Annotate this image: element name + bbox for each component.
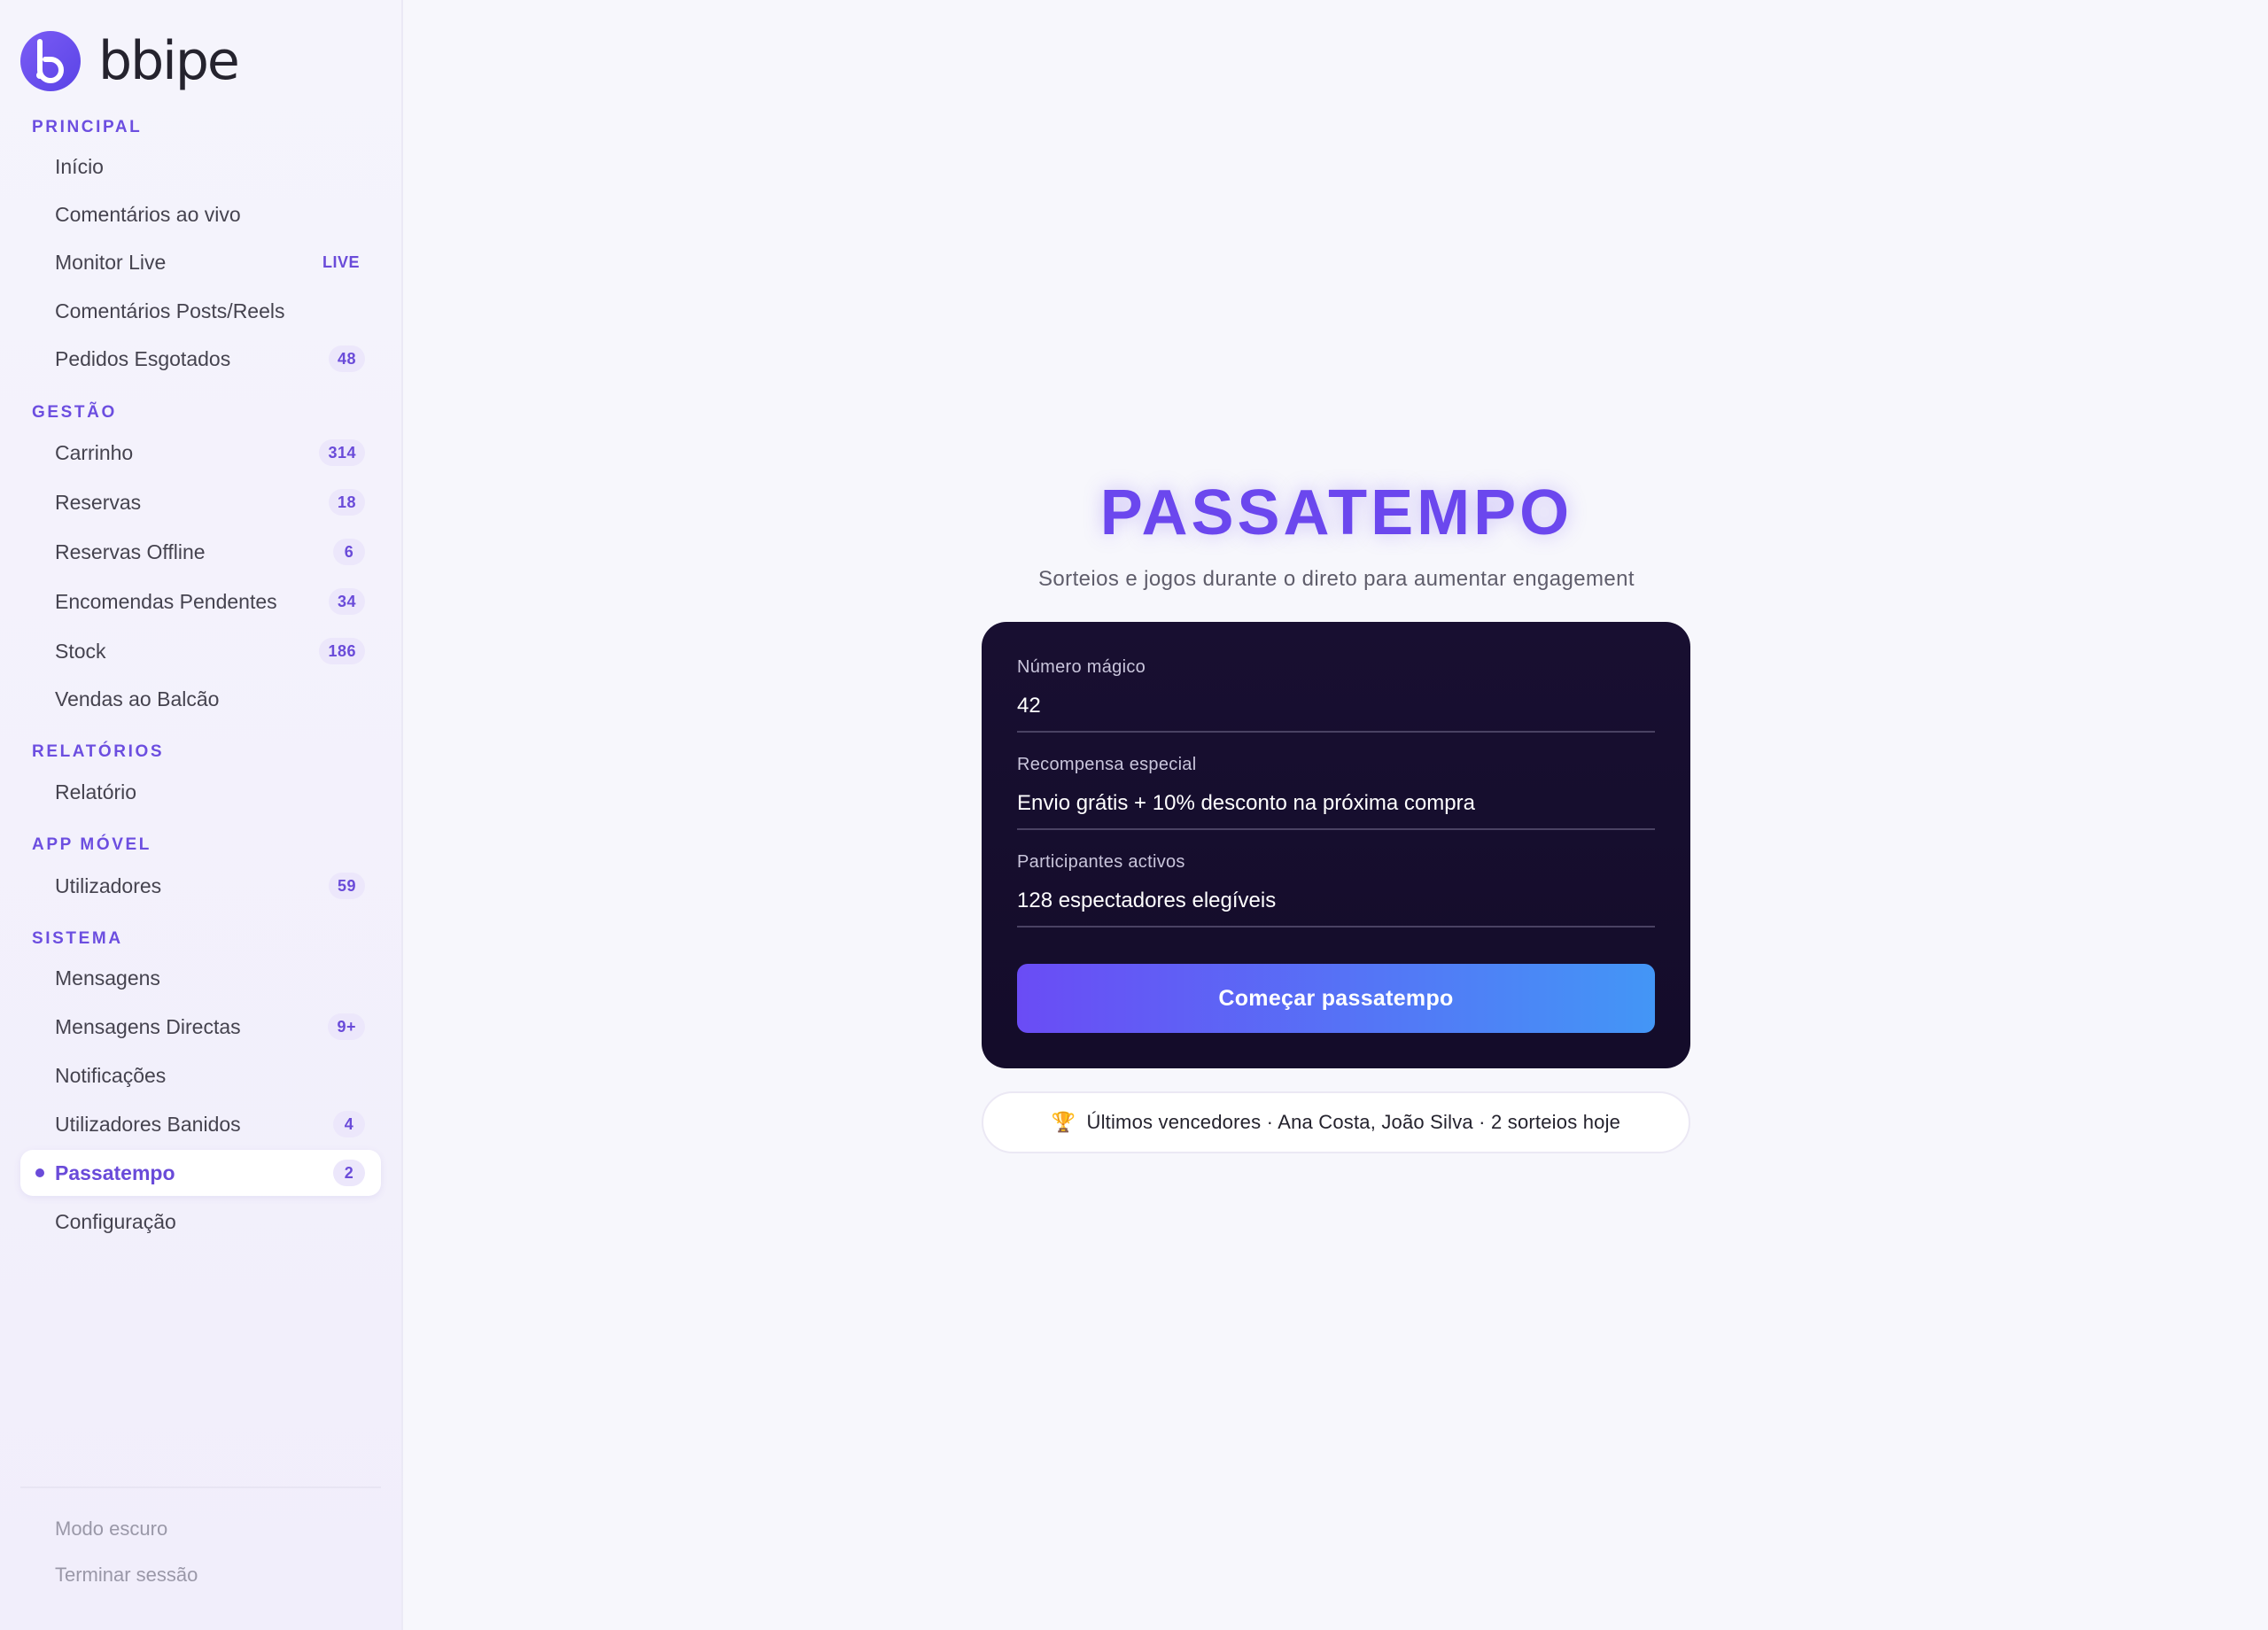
sidebar-item-label: Pedidos Esgotados [55,346,231,370]
page-subtitle: Sorteios e jogos durante o direto para a… [1038,567,1635,591]
sidebar-item-mensagens-directas[interactable]: Mensagens Directas 9+ [20,1004,381,1050]
recent-winners-banner: 🏆 Últimos vencedores · Ana Costa, João S… [982,1091,1690,1153]
sidebar-item-reservas-offline[interactable]: Reservas Offline 6 [20,529,381,575]
sidebar: bbipe PRINCIPAL Início Comentários ao vi… [0,0,403,1630]
sidebar-item-pedidos-esgotados[interactable]: Pedidos Esgotados 48 [20,336,381,382]
sidebar-item-comentarios-ao-vivo[interactable]: Comentários ao vivo [20,191,381,237]
count-badge: 48 [328,345,365,372]
reward-field[interactable]: Recompensa especial Envio grátis + 10% d… [1017,755,1655,830]
section-label-gestao: GESTÃO [32,403,117,422]
sidebar-item-label: Início [55,154,104,178]
sidebar-item-utilizadores[interactable]: Utilizadores 59 [20,863,381,909]
sidebar-item-vendas-ao-balcao[interactable]: Vendas ao Balcão [20,676,381,722]
count-badge: 6 [333,539,365,565]
logout-button[interactable]: Terminar sessão [55,1564,198,1587]
sidebar-item-label: Passatempo [55,1160,175,1184]
sidebar-item-relatorio[interactable]: Relatório [20,769,381,815]
sidebar-divider [20,1486,381,1488]
magic-number-field[interactable]: Número mágico 42 [1017,657,1655,733]
brand-name: bbipe [98,30,240,92]
sidebar-item-configuracao[interactable]: Configuração [20,1199,381,1245]
sidebar-item-reservas[interactable]: Reservas 18 [20,479,381,525]
recent-winners-text: Últimos vencedores · Ana Costa, João Sil… [1086,1111,1621,1133]
dark-mode-toggle[interactable]: Modo escuro [55,1517,167,1541]
sidebar-item-label: Comentários Posts/Reels [55,299,285,322]
sidebar-item-label: Encomendas Pendentes [55,589,277,613]
sidebar-item-label: Mensagens [55,966,160,990]
magic-number-input[interactable]: 42 [1017,694,1655,733]
sidebar-item-inicio[interactable]: Início [20,144,381,190]
start-giveaway-button[interactable]: Começar passatempo [1017,964,1655,1033]
sidebar-item-label: Notificações [55,1063,167,1087]
sidebar-item-label: Reservas [55,490,142,514]
reward-input[interactable]: Envio grátis + 10% desconto na próxima c… [1017,791,1655,830]
sidebar-item-label: Monitor Live [55,250,167,274]
sidebar-item-mensagens[interactable]: Mensagens [20,955,381,1001]
count-badge: 34 [328,588,365,615]
sidebar-item-label: Utilizadores [55,873,162,897]
active-indicator-dot [35,1168,44,1177]
section-label-sistema: SISTEMA [32,929,123,948]
sidebar-item-label: Carrinho [55,440,134,464]
count-badge: 186 [319,638,365,664]
participants-input[interactable]: 128 espectadores elegíveis [1017,889,1655,928]
page-title: PASSATEMPO [1099,477,1573,548]
sidebar-item-encomendas-pendentes[interactable]: Encomendas Pendentes 34 [20,578,381,625]
section-label-principal: PRINCIPAL [32,118,143,136]
sidebar-item-monitor-live[interactable]: Monitor Live LIVE [20,239,381,285]
trophy-icon: 🏆 [1051,1111,1076,1133]
sidebar-item-label: Mensagens Directas [55,1014,241,1038]
sidebar-item-label: Vendas ao Balcão [55,687,220,710]
sidebar-item-label: Configuração [55,1209,176,1233]
field-label: Participantes activos [1017,852,1185,872]
sidebar-item-notificacoes[interactable]: Notificações [20,1052,381,1098]
count-badge: 18 [328,489,365,516]
count-badge: 4 [333,1111,365,1137]
field-label: Número mágico [1017,657,1146,677]
sidebar-item-passatempo[interactable]: Passatempo 2 [20,1150,381,1196]
live-badge: LIVE [322,252,360,271]
sidebar-item-label: Comentários ao vivo [55,202,241,226]
sidebar-item-label: Reservas Offline [55,539,206,563]
sidebar-item-label: Utilizadores Banidos [55,1112,241,1136]
count-badge: 59 [328,873,365,899]
main-content: PASSATEMPO Sorteios e jogos durante o di… [405,0,2268,1630]
count-badge: 9+ [328,1013,365,1040]
sidebar-item-carrinho[interactable]: Carrinho 314 [20,430,381,476]
sidebar-item-label: Relatório [55,780,137,803]
logo-mark-icon [20,31,81,91]
brand-logo[interactable]: bbipe [20,30,240,92]
section-label-app-movel: APP MÓVEL [32,835,151,854]
field-label: Recompensa especial [1017,755,1197,774]
count-badge: 2 [333,1160,365,1186]
sidebar-item-utilizadores-banidos[interactable]: Utilizadores Banidos 4 [20,1101,381,1147]
section-label-relatorios: RELATÓRIOS [32,742,165,761]
sidebar-item-stock[interactable]: Stock 186 [20,628,381,674]
sidebar-item-comentarios-posts-reels[interactable]: Comentários Posts/Reels [20,288,381,334]
sidebar-item-label: Stock [55,639,106,663]
giveaway-form-card: Número mágico 42 Recompensa especial Env… [982,622,1690,1068]
count-badge: 314 [319,439,365,466]
participants-field[interactable]: Participantes activos 128 espectadores e… [1017,852,1655,928]
